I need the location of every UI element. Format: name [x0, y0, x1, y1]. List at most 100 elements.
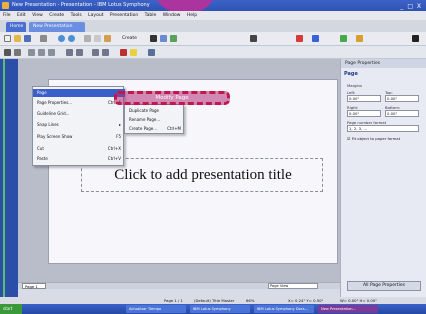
submenu-arrow-icon: ▸	[118, 122, 121, 127]
menu-file[interactable]: File	[3, 13, 11, 18]
app-window: New Presentation - Presentation - IBM Lo…	[0, 0, 426, 314]
main-toolbar: Create	[0, 32, 426, 46]
view-select[interactable]: Page View	[268, 283, 318, 289]
status-bar: Page 1 / 1 (Default) Title Master 66% X=…	[0, 297, 426, 304]
menu-item-label: Create Page...	[129, 126, 158, 131]
left-margin-field[interactable]: 0.00"	[347, 95, 381, 102]
menu-item-label: Duplicate Page	[129, 108, 160, 113]
taskbar: start Actualizar Tiempo IBM Lotus Sympho…	[0, 304, 426, 314]
text-icon[interactable]	[150, 35, 157, 42]
menu-table[interactable]: Table	[145, 13, 157, 18]
start-button[interactable]: start	[0, 304, 22, 314]
copy-icon[interactable]	[94, 35, 101, 42]
number-format-select[interactable]: 1, 2, 3, ...	[347, 125, 419, 132]
page-section-header[interactable]: Page	[344, 71, 358, 77]
fill-color-icon[interactable]	[296, 35, 303, 42]
submenu-item-rename-page[interactable]: Rename Page...	[125, 116, 185, 124]
status-page: Page 1 / 1	[164, 298, 183, 303]
menu-item-paste[interactable]: Paste Ctrl+V	[33, 155, 125, 163]
align-left-icon[interactable]	[28, 49, 35, 56]
create-button[interactable]: Create	[122, 36, 137, 41]
italic-icon[interactable]	[14, 49, 21, 56]
menu-item-label: Snap Lines	[37, 122, 59, 127]
line-color-icon[interactable]	[312, 35, 319, 42]
align-right-icon[interactable]	[48, 49, 55, 56]
tab-home[interactable]: Home	[6, 22, 26, 32]
menu-item-label: Rename Page...	[129, 117, 161, 122]
numbering-icon[interactable]	[76, 49, 83, 56]
tab-new-presentation[interactable]: New Presentation	[29, 22, 85, 32]
indent-icon[interactable]	[92, 49, 99, 56]
menu-view[interactable]: View	[32, 13, 43, 18]
image-icon[interactable]	[170, 35, 177, 42]
margins-label: Margins	[347, 83, 362, 88]
app-icon	[2, 2, 9, 9]
bold-icon[interactable]	[4, 49, 11, 56]
properties-panel: Page Properties Page Margins Left: Top: …	[340, 59, 426, 297]
modify-page-highlight[interactable]: Modify Page	[114, 91, 230, 105]
menu-item-shortcut: F5	[116, 134, 121, 139]
menu-item-cut[interactable]: Cut Ctrl+X	[33, 145, 125, 153]
menu-item-page[interactable]: Page ▸	[33, 89, 125, 97]
align-center-icon[interactable]	[38, 49, 45, 56]
highlight-icon[interactable]	[130, 49, 137, 56]
menu-bar: File Edit View Create Tools Layout Prese…	[0, 11, 426, 20]
menu-item-label: Guideline Grid...	[37, 111, 70, 116]
menu-item-shortcut: Ctrl+V	[107, 156, 121, 161]
table-icon[interactable]	[160, 35, 167, 42]
menu-item-shortcut: Ctrl+X	[107, 146, 121, 151]
menu-item-guideline-grid[interactable]: Guideline Grid...	[33, 110, 125, 118]
menu-item-label: Paste	[37, 156, 48, 161]
menu-item-label: Cut	[37, 146, 44, 151]
font-color-icon[interactable]	[120, 49, 127, 56]
open-icon[interactable]	[14, 35, 21, 42]
status-zoom[interactable]: 66%	[246, 297, 254, 304]
submenu-item-duplicate-page[interactable]: Duplicate Page	[125, 107, 185, 115]
menu-window[interactable]: Window	[163, 13, 181, 18]
menu-help[interactable]: Help	[187, 13, 197, 18]
shape-icon[interactable]	[340, 35, 347, 42]
taskbar-item[interactable]: Actualizar Tiempo	[126, 305, 186, 313]
cut-icon[interactable]	[84, 35, 91, 42]
line-icon[interactable]	[250, 35, 257, 42]
menu-layout[interactable]: Layout	[88, 13, 103, 18]
menu-tools[interactable]: Tools	[71, 13, 82, 18]
left-slide-strip	[0, 59, 18, 297]
menu-item-label: Page	[37, 90, 47, 95]
fit-to-paper-label: Fit object to paper format	[351, 136, 401, 141]
outdent-icon[interactable]	[102, 49, 109, 56]
print-icon[interactable]	[40, 35, 47, 42]
format-text-icon[interactable]	[412, 35, 419, 42]
menu-item-play-screen-show[interactable]: Play Screen Show F5	[33, 133, 125, 141]
menu-edit[interactable]: Edit	[17, 13, 26, 18]
bottom-margin-field[interactable]: 0.00"	[385, 110, 419, 117]
bullets-icon[interactable]	[66, 49, 73, 56]
panel-title: Page Properties	[341, 59, 426, 68]
status-master: (Default) Title Master	[194, 298, 235, 303]
menu-presentation[interactable]: Presentation	[110, 13, 138, 18]
format-toolbar	[0, 46, 426, 59]
right-margin-field[interactable]: 0.00"	[347, 110, 381, 117]
taskbar-item[interactable]: New Presentation...	[318, 305, 378, 313]
submenu-item-create-page[interactable]: Create Page... Ctrl+M	[125, 125, 185, 133]
undo-icon[interactable]	[58, 35, 65, 42]
page-tab[interactable]: Page 1	[22, 283, 46, 289]
paste-icon[interactable]	[104, 35, 111, 42]
all-page-properties-button[interactable]: All Page Properties	[347, 281, 421, 291]
new-icon[interactable]	[4, 35, 11, 42]
chart-icon[interactable]	[356, 35, 363, 42]
top-margin-field[interactable]: 0.00"	[385, 95, 419, 102]
taskbar-item[interactable]: IBM Lotus Symphony	[190, 305, 250, 313]
taskbar-item[interactable]: IBM Lotus Symphony Docs...	[254, 305, 314, 313]
window-title: New Presentation - Presentation - IBM Lo…	[12, 2, 150, 8]
arrange-icon[interactable]	[148, 49, 155, 56]
save-icon[interactable]	[24, 35, 31, 42]
redo-icon[interactable]	[68, 35, 75, 42]
menu-create[interactable]: Create	[49, 13, 64, 18]
menu-item-label: Play Screen Show	[37, 134, 73, 139]
menu-item-label: Page Properties...	[37, 100, 72, 105]
fit-to-paper-checkbox[interactable]: ☑ Fit object to paper format	[347, 136, 400, 141]
menu-item-page-properties[interactable]: Page Properties... Ctrl+6	[33, 99, 125, 107]
menu-item-snap-lines[interactable]: Snap Lines ▸	[33, 121, 125, 129]
document-tabs: Home New Presentation	[0, 20, 426, 32]
